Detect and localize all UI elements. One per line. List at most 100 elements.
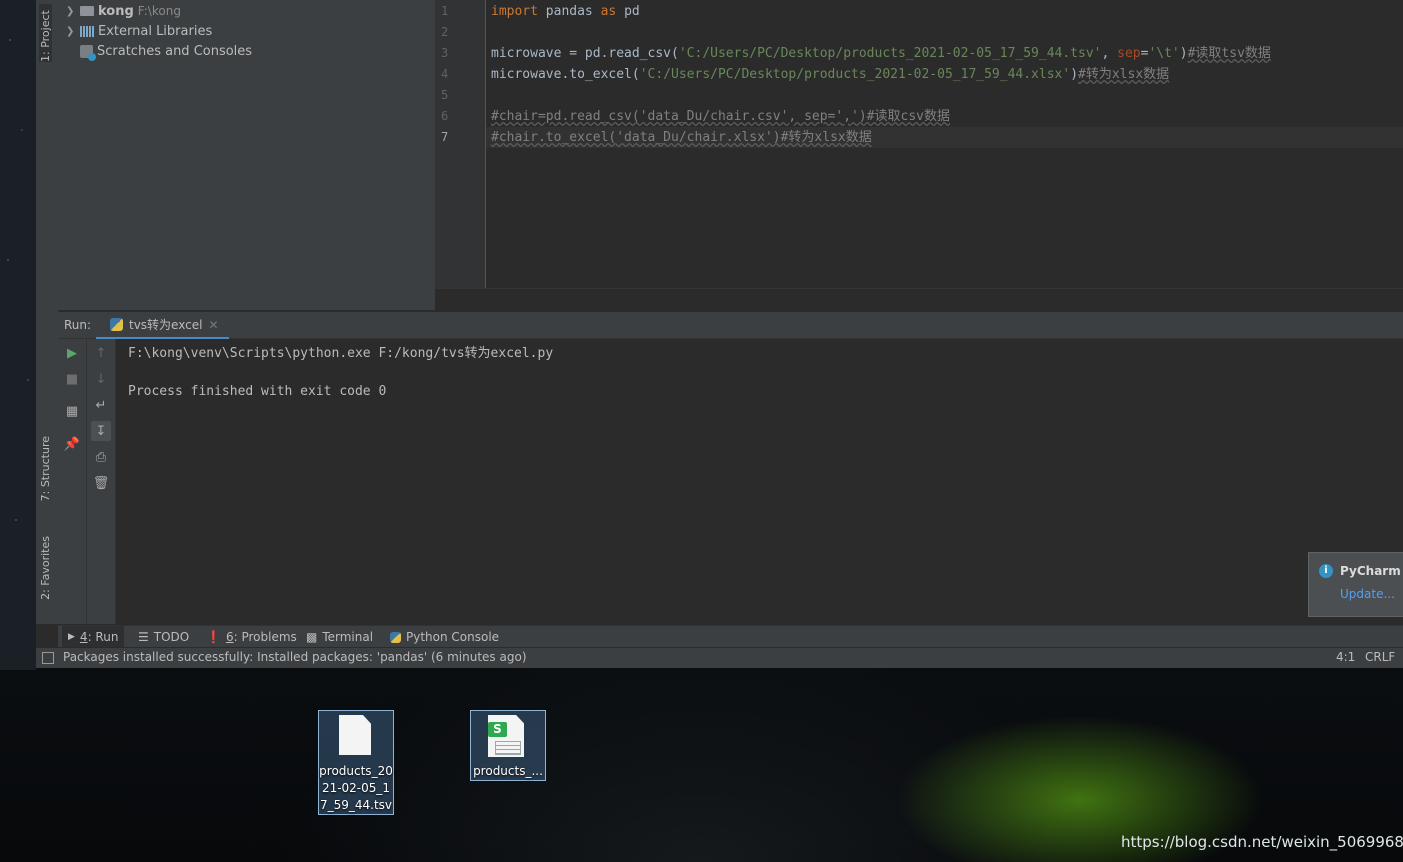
problems-icon: ❗ (206, 630, 221, 644)
line-gutter: 1 2 3 4 5 6 7 (435, 0, 486, 288)
tool-window-project[interactable]: 1: Project (39, 4, 52, 62)
tool-window-project-label: 1: Project (39, 10, 52, 62)
tool-window-favorites[interactable]: 2: Favorites (39, 536, 52, 600)
code-param: sep (1117, 46, 1141, 61)
root-folder-name: kong (98, 3, 134, 19)
run-tab[interactable]: tvs转为excel ✕ (96, 312, 229, 340)
pin-icon[interactable]: 📌 (64, 436, 80, 452)
module-name: pandas (537, 4, 601, 19)
code-call: microwave.to_excel( (491, 67, 640, 82)
external-libraries-label: External Libraries (98, 23, 213, 39)
keyword-as: as (600, 4, 617, 19)
layout-icon[interactable]: ▦ (64, 403, 80, 419)
tool-window-favorites-label: 2: Favorites (39, 536, 52, 600)
tab-todo[interactable]: ☰ TODO (132, 626, 195, 648)
tool-window-structure-label: 7: Structure (39, 436, 52, 502)
console-line: Process finished with exit code 0 (128, 384, 387, 399)
code-punct: ) (1070, 67, 1079, 82)
code-string: 'C:/Users/PC/Desktop/products_2021-02-05… (678, 46, 1102, 61)
run-console-output[interactable]: F:\kong\venv\Scripts\python.exe F:/kong/… (116, 339, 1403, 624)
tab-run-number: 4 (79, 630, 88, 644)
line-number: 5 (441, 88, 449, 102)
print-icon[interactable]: ⎙ (93, 449, 109, 465)
line-number: 6 (441, 109, 449, 123)
chevron-right-icon[interactable]: ❯ (66, 26, 76, 37)
code-editor[interactable]: 1 2 3 4 5 6 7 import pandas as pd microw… (435, 0, 1403, 288)
pycharm-window: 1: Project 7: Structure 2: Favorites ❯ k… (36, 0, 1403, 668)
terminal-icon: ▩ (306, 630, 318, 644)
document-icon (339, 715, 371, 755)
scroll-to-end-icon[interactable]: ↧ (91, 421, 111, 441)
tree-item-scratches[interactable]: Scratches and Consoles (80, 41, 252, 61)
tab-problems-number: 6 (225, 630, 234, 644)
keyword-import: import (491, 4, 538, 19)
line-number: 1 (441, 4, 449, 18)
console-line: F:\kong\venv\Scripts\python.exe F:/kong/… (128, 346, 554, 361)
editor-scroll-area (435, 288, 1403, 311)
tab-todo-label: TODO (153, 630, 190, 644)
run-tab-label: tvs转为excel (129, 318, 203, 332)
scratches-label: Scratches and Consoles (97, 43, 253, 59)
desktop-file-xlsx[interactable]: S products_... (470, 710, 546, 781)
chevron-right-icon[interactable]: ❯ (66, 6, 76, 17)
play-icon: ▶ (68, 632, 75, 642)
tab-run[interactable]: ▶ 4: Run (62, 626, 125, 648)
run-toolbar-primary: ▶ ■ ▦ 📌 (58, 339, 87, 624)
line-number: 4 (441, 67, 449, 81)
folder-icon (80, 6, 94, 16)
soft-wrap-icon[interactable]: ↵ (93, 397, 109, 413)
tab-python-console-label: Python Console (406, 630, 500, 644)
code-string: 'C:/Users/PC/Desktop/products_2021-02-05… (639, 67, 1071, 82)
code-comment: #读取tsv数据 (1187, 46, 1271, 61)
stop-icon[interactable]: ■ (64, 371, 80, 387)
module-alias: pd (616, 4, 640, 19)
caret-position[interactable]: 4:1 (1336, 650, 1355, 664)
status-toggle-icon[interactable] (42, 652, 54, 664)
python-console-icon (390, 631, 401, 643)
tab-python-console[interactable]: Python Console (384, 626, 505, 648)
arrow-down-icon[interactable]: ↓ (93, 371, 109, 387)
tab-problems-label: : Problems (233, 630, 297, 644)
code-call: microwave = pd.read_csv( (491, 46, 679, 61)
python-icon (110, 318, 123, 331)
tool-window-structure[interactable]: 7: Structure (39, 436, 52, 501)
watermark-url: https://blog.csdn.net/weixin_50699689 (1121, 833, 1403, 851)
tree-item-external-libraries[interactable]: ❯ External Libraries (66, 21, 212, 41)
rerun-icon[interactable]: ▶ (64, 345, 80, 361)
update-link[interactable]: Update... (1340, 587, 1395, 601)
tool-window-tabs: ▶ 4: Run ☰ TODO ❗ 6: Problems ▩ Terminal… (58, 625, 1403, 648)
tab-problems[interactable]: ❗ 6: Problems (200, 626, 303, 648)
project-panel: ❯ kong F:\kong ❯ External Libraries Scra… (58, 0, 435, 310)
code-line-1: import pandas as pd (491, 1, 640, 22)
line-number: 3 (441, 46, 449, 60)
notification-title: PyCharm 2 (1340, 564, 1403, 578)
status-message[interactable]: Packages installed successfully: Install… (63, 650, 527, 664)
tree-item-root[interactable]: ❯ kong F:\kong (66, 1, 181, 21)
left-tool-strip: 1: Project 7: Structure 2: Favorites (36, 0, 59, 624)
code-comment: #chair.to_excel('data_Du/chair.xlsx')#转为… (491, 130, 872, 145)
spreadsheet-s-icon: S (488, 722, 507, 737)
run-panel-header: Run: tvs转为excel ✕ (58, 312, 1403, 340)
desktop-wallpaper-strip (0, 0, 36, 670)
code-string: '\t' (1148, 46, 1180, 61)
code-line-7: #chair.to_excel('data_Du/chair.xlsx')#转为… (491, 127, 872, 148)
close-icon[interactable]: ✕ (208, 318, 218, 332)
list-icon: ☰ (138, 630, 149, 644)
root-folder-path: F:\kong (137, 4, 181, 18)
code-line-4: microwave.to_excel('C:/Users/PC/Desktop/… (491, 64, 1169, 85)
desktop-file-tsv[interactable]: products_2021-02-05_17_59_44.tsv (318, 710, 394, 815)
libraries-icon (80, 25, 94, 37)
arrow-up-icon[interactable]: ↑ (93, 345, 109, 361)
line-ending[interactable]: CRLF (1365, 650, 1395, 664)
trash-icon[interactable]: 🗑 (93, 475, 110, 491)
spreadsheet-grid-icon (495, 741, 521, 755)
tab-terminal-label: Terminal (322, 630, 374, 644)
code-punct: , (1101, 46, 1118, 61)
code-line-6: #chair=pd.read_csv('data_Du/chair.csv', … (491, 106, 950, 127)
scratches-icon (80, 44, 96, 61)
tab-terminal[interactable]: ▩ Terminal (300, 626, 379, 648)
run-toolbar-secondary: ↑ ↓ ↵ ↧ ⎙ 🗑 (87, 339, 116, 624)
status-bar: Packages installed successfully: Install… (36, 647, 1403, 668)
update-notification: i PyCharm 2 Update... (1308, 552, 1403, 617)
run-label: Run: (64, 318, 92, 332)
